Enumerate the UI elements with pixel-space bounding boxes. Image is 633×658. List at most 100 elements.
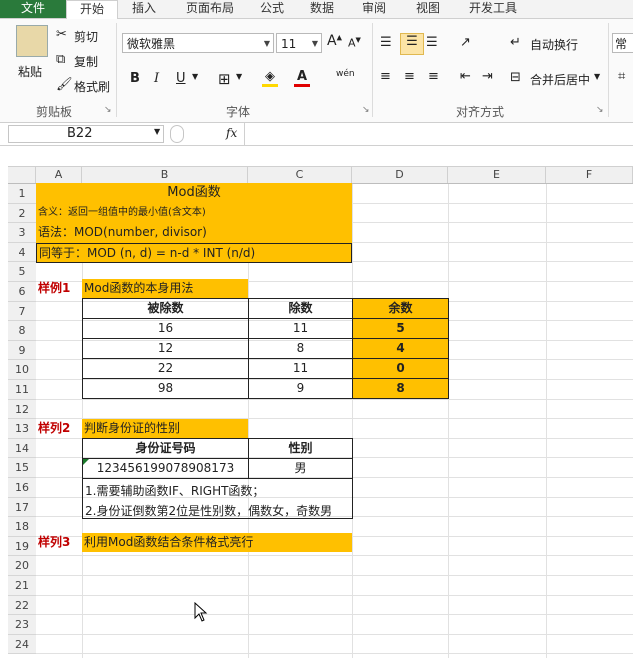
borders-icon[interactable]: ⊞ (218, 70, 231, 88)
cell-syntax[interactable]: 语法：MOD(number, divisor) (36, 223, 352, 243)
tab-file[interactable]: 文件 (0, 0, 66, 18)
font-color-icon[interactable]: A (294, 69, 310, 87)
ex1-remainder[interactable]: 0 (352, 358, 449, 379)
cell-meaning[interactable]: 含义：返回一组值中的最小值(含文本) (36, 203, 352, 223)
tab-formulas[interactable]: 公式 (252, 0, 292, 18)
row-header[interactable]: 13 (8, 419, 36, 439)
ex1-dividend[interactable]: 16 (82, 318, 249, 339)
row-header[interactable]: 6 (8, 282, 36, 302)
example2-label[interactable]: 样列2 (36, 419, 82, 439)
ex2-header-id[interactable]: 身份证号码 (82, 438, 249, 459)
row-header[interactable]: 10 (8, 360, 36, 380)
insert-function-button[interactable]: fx (226, 126, 237, 140)
row-header[interactable]: 23 (8, 615, 36, 635)
cut-button[interactable]: 剪切 (74, 28, 98, 45)
row-header[interactable]: 19 (8, 536, 36, 557)
merge-center-button[interactable]: 合并后居中 (530, 71, 590, 88)
ex2-id-number[interactable]: 123456199078908173 (82, 458, 249, 479)
formula-bar-handle[interactable] (170, 125, 184, 143)
tab-developer[interactable]: 开发工具 (462, 0, 524, 18)
example3-label[interactable]: 样列3 (36, 533, 82, 553)
column-header-a[interactable]: A (36, 167, 82, 183)
ex1-header-dividend[interactable]: 被除数 (82, 298, 249, 319)
row-header[interactable]: 2 (8, 203, 36, 224)
cell-equivalent[interactable]: 同等于：MOD (n, d) = n-d * INT (n/d) (36, 243, 352, 263)
chevron-down-icon[interactable]: ▼ (192, 72, 198, 81)
bold-button[interactable]: B (130, 71, 140, 86)
row-header[interactable]: 12 (8, 399, 36, 420)
tab-data[interactable]: 数据 (302, 0, 342, 18)
phonetic-icon[interactable]: wén (336, 69, 355, 79)
font-name-select[interactable]: 微软雅黑 ▼ (122, 33, 274, 53)
number-format-select[interactable]: 常规 (612, 33, 633, 53)
ex2-header-gender[interactable]: 性别 (248, 438, 353, 459)
grow-font-button[interactable]: A▲ (327, 33, 342, 49)
align-top-icon[interactable]: ☰ (380, 35, 392, 50)
row-header[interactable]: 3 (8, 223, 36, 243)
align-left-icon[interactable]: ≡ (380, 69, 391, 84)
underline-button[interactable]: U (176, 71, 186, 86)
chevron-down-icon[interactable]: ▼ (154, 127, 160, 136)
wrap-text-button[interactable]: 自动换行 (530, 36, 578, 53)
cell-title[interactable]: Mod函数 (36, 183, 352, 203)
font-size-select[interactable]: 11 ▼ (276, 33, 322, 53)
row-header[interactable]: 5 (8, 262, 36, 282)
column-header-d[interactable]: D (352, 167, 448, 183)
row-header[interactable]: 18 (8, 517, 36, 537)
column-header-b[interactable]: B (82, 167, 248, 183)
alignment-launcher-icon[interactable]: ↘ (596, 105, 604, 115)
copy-icon[interactable]: ⧉ (56, 52, 65, 67)
row-header[interactable]: 4 (8, 242, 36, 263)
font-launcher-icon[interactable]: ↘ (362, 105, 370, 115)
row-header[interactable]: 22 (8, 595, 36, 616)
currency-icon[interactable]: ⌗ (618, 69, 625, 84)
column-header-f[interactable]: F (546, 167, 633, 183)
chevron-down-icon[interactable]: ▼ (236, 72, 242, 81)
ex2-notes-box[interactable]: 1.需要辅助函数IF、RIGHT函数； 2.身份证倒数第2位是性别数，偶数女，奇… (82, 478, 353, 519)
align-bottom-icon[interactable]: ☰ (426, 35, 438, 50)
chevron-down-icon[interactable]: ▼ (594, 72, 600, 81)
clipboard-launcher-icon[interactable]: ↘ (104, 105, 112, 115)
ex1-remainder[interactable]: 5 (352, 318, 449, 339)
ex1-header-remainder[interactable]: 余数 (352, 298, 449, 319)
name-box[interactable]: B22 (8, 125, 164, 143)
row-header[interactable]: 17 (8, 497, 36, 518)
align-right-icon[interactable]: ≡ (428, 69, 439, 84)
copy-button[interactable]: 复制 (74, 53, 98, 70)
fill-color-icon[interactable]: ◈ (262, 69, 278, 87)
example2-title[interactable]: 判断身份证的性别 (82, 419, 248, 438)
tab-view[interactable]: 视图 (408, 0, 448, 18)
row-header[interactable]: 11 (8, 380, 36, 400)
row-header[interactable]: 16 (8, 478, 36, 498)
ex1-divisor[interactable]: 9 (248, 378, 353, 399)
row-header[interactable]: 7 (8, 301, 36, 322)
format-painter-button[interactable]: 格式刷 (74, 78, 110, 95)
ex1-dividend[interactable]: 22 (82, 358, 249, 379)
format-painter-icon[interactable]: 🖌 (56, 77, 73, 92)
ex1-divisor[interactable]: 11 (248, 318, 353, 339)
column-header-c[interactable]: C (248, 167, 352, 183)
decrease-indent-icon[interactable]: ⇤ (460, 69, 471, 84)
increase-indent-icon[interactable]: ⇥ (482, 69, 493, 84)
tab-insert[interactable]: 插入 (122, 0, 166, 18)
tab-home[interactable]: 开始 (66, 0, 118, 20)
shrink-font-button[interactable]: A▼ (348, 36, 361, 50)
column-header-e[interactable]: E (448, 167, 546, 183)
row-header[interactable]: 14 (8, 438, 36, 459)
row-header[interactable]: 15 (8, 458, 36, 478)
select-all-corner[interactable] (8, 167, 36, 183)
align-middle-icon[interactable]: ☰ (400, 33, 424, 55)
row-header[interactable]: 20 (8, 556, 36, 576)
tab-page-layout[interactable]: 页面布局 (176, 0, 244, 18)
row-header[interactable]: 1 (8, 184, 36, 204)
ex1-dividend[interactable]: 98 (82, 378, 249, 399)
row-header[interactable]: 21 (8, 576, 36, 596)
row-header[interactable]: 9 (8, 340, 36, 361)
example1-title[interactable]: Mod函数的本身用法 (82, 279, 248, 298)
row-header[interactable]: 24 (8, 634, 36, 655)
italic-button[interactable]: I (154, 71, 159, 86)
ex1-header-divisor[interactable]: 除数 (248, 298, 353, 319)
tab-review[interactable]: 审阅 (354, 0, 394, 18)
orientation-icon[interactable]: ↗ (460, 35, 471, 50)
ex1-dividend[interactable]: 12 (82, 338, 249, 359)
